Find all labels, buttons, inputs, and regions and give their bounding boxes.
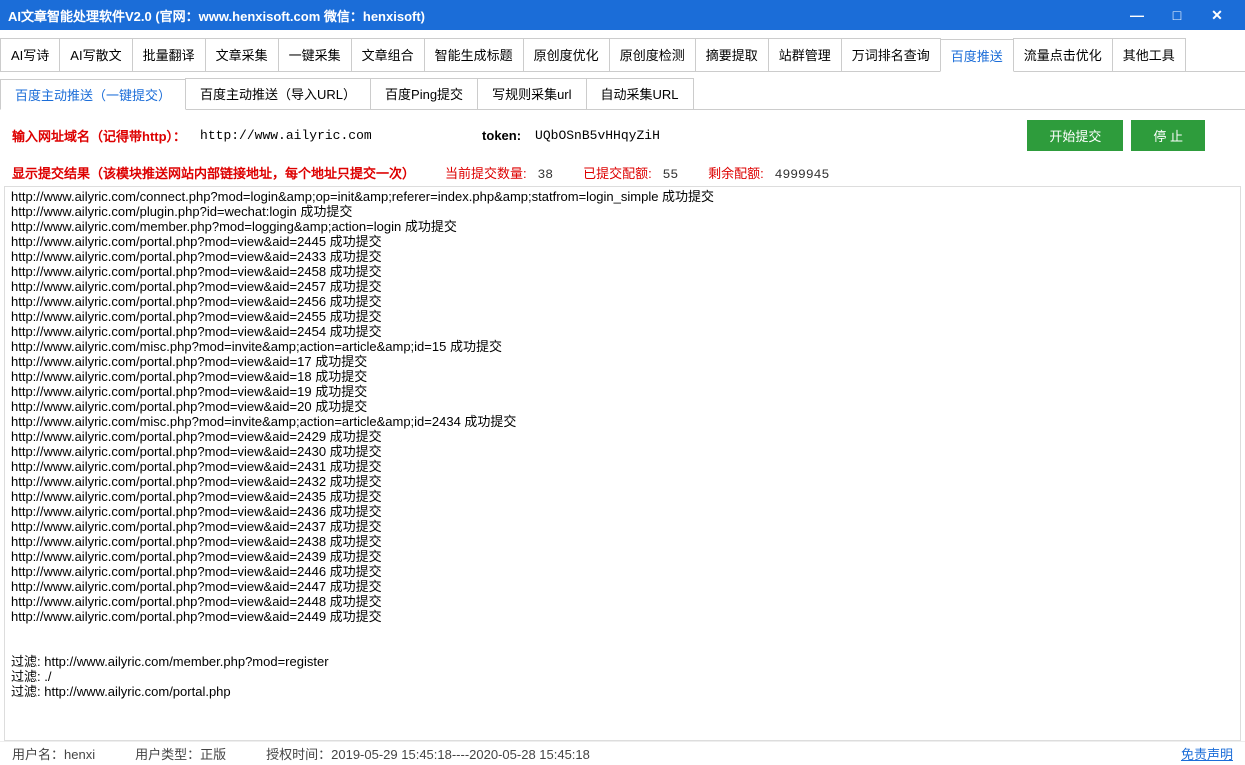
- main-tab-3[interactable]: 文章采集: [205, 38, 279, 71]
- main-tab-5[interactable]: 文章组合: [351, 38, 425, 71]
- log-line: http://www.ailyric.com/portal.php?mod=vi…: [11, 429, 1234, 444]
- main-tab-13[interactable]: 流量点击优化: [1013, 38, 1113, 71]
- main-tab-7[interactable]: 原创度优化: [523, 38, 610, 71]
- stop-button[interactable]: 停 止: [1131, 120, 1205, 151]
- log-line: http://www.ailyric.com/misc.php?mod=invi…: [11, 414, 1234, 429]
- main-tab-9[interactable]: 摘要提取: [695, 38, 769, 71]
- disclaimer-link[interactable]: 免责声明: [1181, 744, 1233, 763]
- minimize-button[interactable]: —: [1117, 0, 1157, 30]
- log-line: http://www.ailyric.com/plugin.php?id=wec…: [11, 204, 1234, 219]
- maximize-button[interactable]: □: [1157, 0, 1197, 30]
- auth-label: 授权时间：: [266, 747, 331, 762]
- main-tab-1[interactable]: AI写散文: [59, 38, 132, 71]
- log-line: 过滤: ./: [11, 669, 1234, 684]
- log-line: http://www.ailyric.com/portal.php?mod=vi…: [11, 309, 1234, 324]
- username-label: 用户名：: [12, 747, 64, 762]
- log-line: http://www.ailyric.com/portal.php?mod=vi…: [11, 294, 1234, 309]
- log-line: http://www.ailyric.com/portal.php?mod=vi…: [11, 249, 1234, 264]
- app-title: AI文章智能处理软件V2.0 (官网：www.henxisoft.com 微信：…: [8, 6, 425, 25]
- current-count-value: 38: [537, 167, 553, 182]
- log-line: http://www.ailyric.com/portal.php?mod=vi…: [11, 444, 1234, 459]
- input-row: 输入网址域名（记得带http）： token: 开始提交 停 止: [0, 110, 1245, 161]
- log-line: http://www.ailyric.com/portal.php?mod=vi…: [11, 264, 1234, 279]
- token-label: token:: [482, 128, 521, 143]
- main-tab-8[interactable]: 原创度检测: [609, 38, 696, 71]
- main-tab-12[interactable]: 百度推送: [940, 39, 1014, 72]
- log-line: http://www.ailyric.com/portal.php?mod=vi…: [11, 549, 1234, 564]
- log-line: http://www.ailyric.com/portal.php?mod=vi…: [11, 564, 1234, 579]
- main-tab-bar: AI写诗AI写散文批量翻译文章采集一键采集文章组合智能生成标题原创度优化原创度检…: [0, 30, 1245, 72]
- token-input[interactable]: [529, 125, 689, 146]
- main-tab-10[interactable]: 站群管理: [768, 38, 842, 71]
- main-tab-0[interactable]: AI写诗: [0, 38, 60, 71]
- log-line: http://www.ailyric.com/portal.php?mod=vi…: [11, 534, 1234, 549]
- sub-tab-bar: 百度主动推送（一键提交）百度主动推送（导入URL）百度Ping提交写规则采集ur…: [0, 72, 1245, 110]
- sub-tab-3[interactable]: 写规则采集url: [477, 78, 586, 109]
- log-line: http://www.ailyric.com/portal.php?mod=vi…: [11, 504, 1234, 519]
- titlebar: AI文章智能处理软件V2.0 (官网：www.henxisoft.com 微信：…: [0, 0, 1245, 30]
- username-value: henxi: [64, 747, 95, 762]
- log-line: http://www.ailyric.com/portal.php?mod=vi…: [11, 234, 1234, 249]
- sub-tab-1[interactable]: 百度主动推送（导入URL）: [185, 78, 371, 109]
- log-line: http://www.ailyric.com/portal.php?mod=vi…: [11, 324, 1234, 339]
- main-tab-6[interactable]: 智能生成标题: [424, 38, 524, 71]
- log-line: http://www.ailyric.com/portal.php?mod=vi…: [11, 594, 1234, 609]
- sub-tab-4[interactable]: 自动采集URL: [586, 78, 694, 109]
- sub-tab-2[interactable]: 百度Ping提交: [370, 78, 478, 109]
- log-line: http://www.ailyric.com/member.php?mod=lo…: [11, 219, 1234, 234]
- log-line: http://www.ailyric.com/portal.php?mod=vi…: [11, 354, 1234, 369]
- auth-value: 2019-05-29 15:45:18----2020-05-28 15:45:…: [331, 747, 590, 762]
- log-line: http://www.ailyric.com/portal.php?mod=vi…: [11, 474, 1234, 489]
- start-submit-button[interactable]: 开始提交: [1027, 120, 1123, 151]
- log-textarea[interactable]: http://www.ailyric.com/connect.php?mod=l…: [5, 187, 1240, 740]
- log-line: http://www.ailyric.com/portal.php?mod=vi…: [11, 459, 1234, 474]
- usertype-label: 用户类型：: [135, 747, 200, 762]
- log-line: http://www.ailyric.com/portal.php?mod=vi…: [11, 579, 1234, 594]
- log-line: 过滤: http://www.ailyric.com/member.php?mo…: [11, 654, 1234, 669]
- result-title: 显示提交结果（该模块推送网站内部链接地址，每个地址只提交一次）: [12, 163, 415, 182]
- log-line: http://www.ailyric.com/portal.php?mod=vi…: [11, 369, 1234, 384]
- log-panel: http://www.ailyric.com/connect.php?mod=l…: [4, 186, 1241, 741]
- usertype-value: 正版: [200, 747, 226, 762]
- close-button[interactable]: ✕: [1197, 0, 1237, 30]
- log-line: 过滤: http://www.ailyric.com/portal.php: [11, 684, 1234, 699]
- log-line: http://www.ailyric.com/portal.php?mod=vi…: [11, 279, 1234, 294]
- url-input[interactable]: [194, 125, 434, 146]
- url-label: 输入网址域名（记得带http）：: [12, 126, 186, 145]
- main-tab-2[interactable]: 批量翻译: [132, 38, 206, 71]
- log-line: http://www.ailyric.com/portal.php?mod=vi…: [11, 384, 1234, 399]
- main-tab-4[interactable]: 一键采集: [278, 38, 352, 71]
- log-line: http://www.ailyric.com/portal.php?mod=vi…: [11, 489, 1234, 504]
- current-count-label: 当前提交数量:: [445, 166, 527, 181]
- result-header: 显示提交结果（该模块推送网站内部链接地址，每个地址只提交一次） 当前提交数量: …: [0, 161, 1245, 186]
- log-line: http://www.ailyric.com/portal.php?mod=vi…: [11, 519, 1234, 534]
- log-line: http://www.ailyric.com/portal.php?mod=vi…: [11, 609, 1234, 624]
- status-bar: 用户名：henxi 用户类型：正版 授权时间：2019-05-29 15:45:…: [0, 741, 1245, 765]
- log-line: http://www.ailyric.com/misc.php?mod=invi…: [11, 339, 1234, 354]
- log-line: http://www.ailyric.com/portal.php?mod=vi…: [11, 399, 1234, 414]
- submitted-quota-value: 55: [663, 167, 679, 182]
- remain-quota-label: 剩余配额:: [708, 166, 764, 181]
- log-line: [11, 639, 1234, 654]
- sub-tab-0[interactable]: 百度主动推送（一键提交）: [0, 79, 186, 110]
- log-line: [11, 624, 1234, 639]
- main-tab-14[interactable]: 其他工具: [1112, 38, 1186, 71]
- log-line: http://www.ailyric.com/connect.php?mod=l…: [11, 189, 1234, 204]
- submitted-quota-label: 已提交配额:: [583, 166, 652, 181]
- remain-quota-value: 4999945: [775, 167, 830, 182]
- main-tab-11[interactable]: 万词排名查询: [841, 38, 941, 71]
